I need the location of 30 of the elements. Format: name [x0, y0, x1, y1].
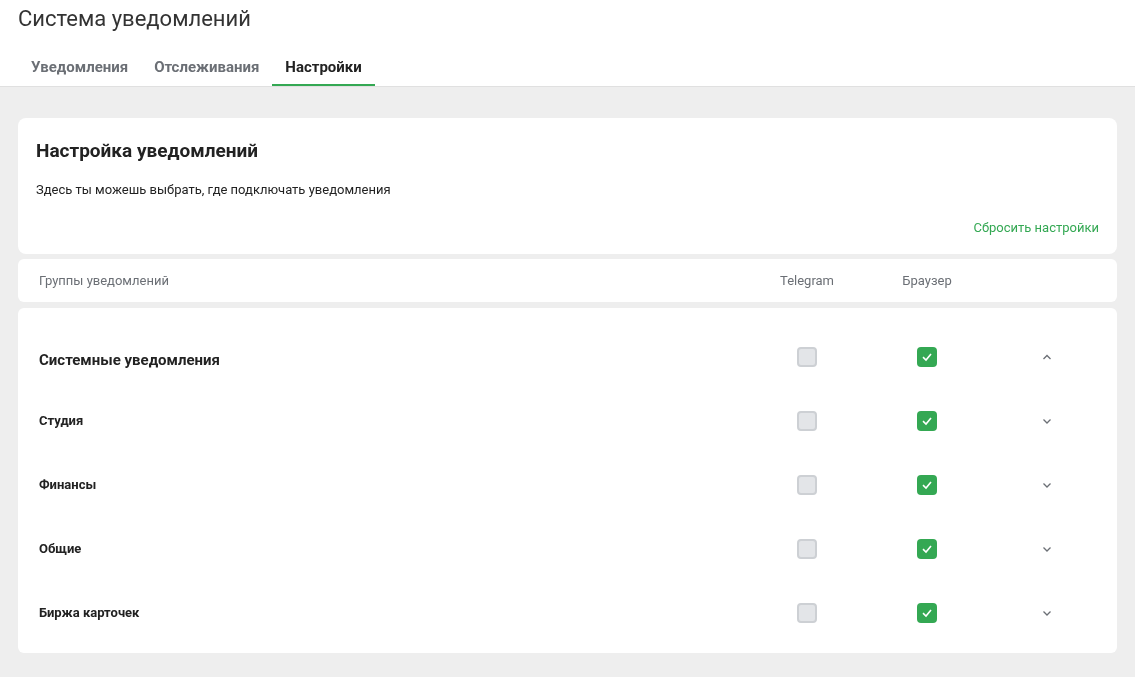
checkbox[interactable]: [917, 475, 937, 495]
checkmark-icon: [921, 543, 933, 555]
column-header: Браузер: [901, 271, 953, 290]
checkbox[interactable]: [797, 603, 817, 623]
tab[interactable]: Уведомления: [18, 51, 142, 86]
reset-link[interactable]: Сбросить настройки: [973, 217, 1099, 237]
group-name: Финансы: [38, 476, 98, 495]
page-title: Система уведомлений: [18, 5, 252, 33]
checkbox[interactable]: [917, 347, 937, 367]
checkmark-icon: [921, 479, 933, 491]
checkmark-icon: [921, 415, 933, 427]
tab[interactable]: Отслеживания: [141, 51, 273, 86]
column-header: Telegram: [779, 271, 835, 290]
checkbox[interactable]: [797, 475, 817, 495]
tab[interactable]: Настройки: [272, 51, 375, 86]
checkmark-icon: [921, 607, 933, 619]
checkbox[interactable]: [797, 411, 817, 431]
card-title: Настройка уведомлений: [36, 138, 259, 164]
group-name: Студия: [38, 412, 85, 431]
checkmark-icon: [921, 351, 933, 363]
checkbox[interactable]: [797, 539, 817, 559]
checkbox[interactable]: [917, 411, 937, 431]
checkbox[interactable]: [917, 539, 937, 559]
checkbox[interactable]: [917, 603, 937, 623]
group-title: Системные уведомления: [38, 349, 221, 371]
checkbox[interactable]: [797, 347, 817, 367]
column-header: Группы уведомлений: [38, 271, 170, 290]
group-name: Биржа карточек: [38, 604, 141, 623]
group-name: Общие: [38, 540, 83, 559]
card-description: Здесь ты можешь выбрать, где подключать уведомления: [36, 181, 392, 199]
